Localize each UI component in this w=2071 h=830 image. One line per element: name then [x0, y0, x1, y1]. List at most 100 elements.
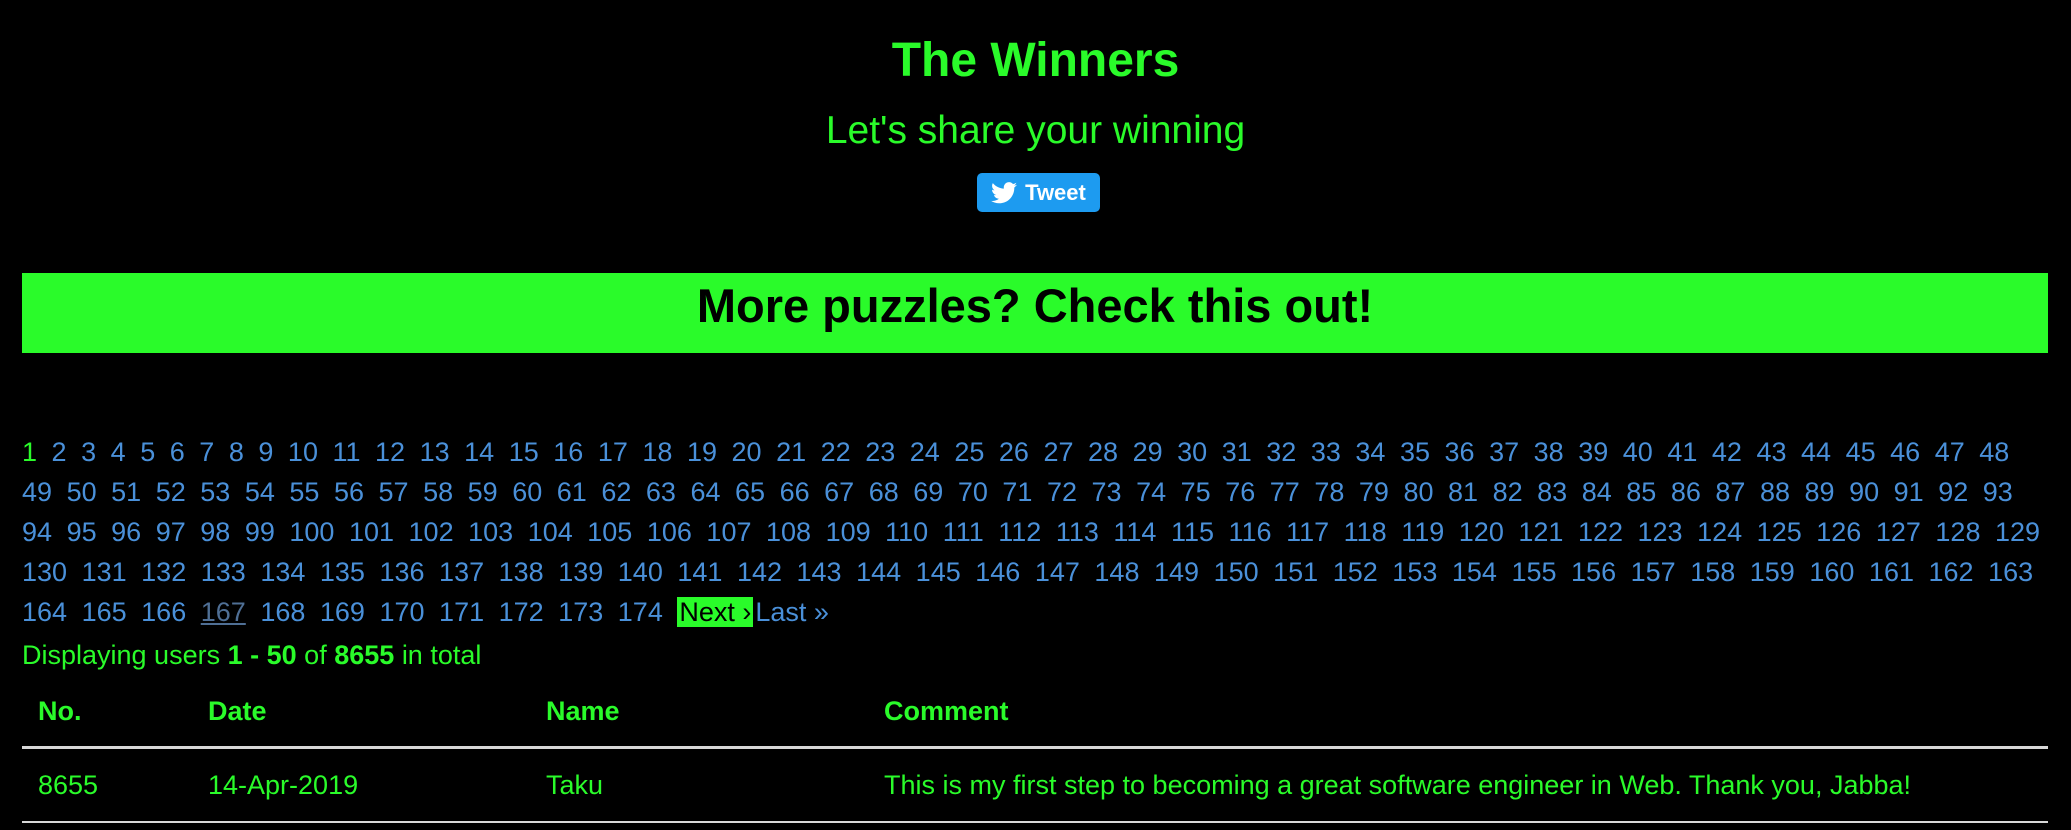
page-link-116[interactable]: 116	[1229, 517, 1272, 547]
page-link-162[interactable]: 162	[1929, 557, 1974, 587]
page-link-104[interactable]: 104	[528, 517, 573, 547]
page-link-4[interactable]: 4	[111, 437, 126, 467]
page-link-90[interactable]: 90	[1849, 477, 1879, 507]
page-link-19[interactable]: 19	[687, 437, 717, 467]
page-link-171[interactable]: 171	[439, 597, 484, 627]
page-link-45[interactable]: 45	[1846, 437, 1876, 467]
page-link-163[interactable]: 163	[1988, 557, 2033, 587]
page-link-79[interactable]: 79	[1359, 477, 1389, 507]
page-link-25[interactable]: 25	[954, 437, 984, 467]
page-link-122[interactable]: 122	[1578, 517, 1623, 547]
page-link-173[interactable]: 173	[558, 597, 603, 627]
page-link-165[interactable]: 165	[82, 597, 127, 627]
page-link-48[interactable]: 48	[1979, 437, 2009, 467]
page-link-72[interactable]: 72	[1047, 477, 1077, 507]
page-link-66[interactable]: 66	[780, 477, 810, 507]
page-link-41[interactable]: 41	[1667, 437, 1697, 467]
page-link-11[interactable]: 11	[332, 437, 360, 467]
page-link-44[interactable]: 44	[1801, 437, 1831, 467]
page-link-125[interactable]: 125	[1757, 517, 1802, 547]
page-link-69[interactable]: 69	[913, 477, 943, 507]
page-link-156[interactable]: 156	[1571, 557, 1616, 587]
page-link-105[interactable]: 105	[587, 517, 632, 547]
page-link-149[interactable]: 149	[1154, 557, 1199, 587]
page-link-169[interactable]: 169	[320, 597, 365, 627]
next-page-link[interactable]: Next ›	[677, 597, 754, 627]
page-link-121[interactable]: 121	[1518, 517, 1563, 547]
page-link-76[interactable]: 76	[1225, 477, 1255, 507]
page-link-112[interactable]: 112	[998, 517, 1041, 547]
page-link-53[interactable]: 53	[200, 477, 230, 507]
page-link-6[interactable]: 6	[170, 437, 185, 467]
page-link-128[interactable]: 128	[1935, 517, 1980, 547]
page-link-23[interactable]: 23	[865, 437, 895, 467]
page-link-147[interactable]: 147	[1035, 557, 1080, 587]
page-link-110[interactable]: 110	[885, 517, 928, 547]
page-link-160[interactable]: 160	[1809, 557, 1854, 587]
page-link-97[interactable]: 97	[156, 517, 186, 547]
page-link-174[interactable]: 174	[618, 597, 663, 627]
page-link-17[interactable]: 17	[598, 437, 628, 467]
page-link-8[interactable]: 8	[229, 437, 244, 467]
page-link-164[interactable]: 164	[22, 597, 67, 627]
page-link-2[interactable]: 2	[52, 437, 67, 467]
page-link-168[interactable]: 168	[260, 597, 305, 627]
page-link-108[interactable]: 108	[766, 517, 811, 547]
page-link-136[interactable]: 136	[379, 557, 424, 587]
page-link-27[interactable]: 27	[1043, 437, 1073, 467]
page-link-157[interactable]: 157	[1631, 557, 1676, 587]
page-link-49[interactable]: 49	[22, 477, 52, 507]
page-link-166[interactable]: 166	[141, 597, 186, 627]
page-link-106[interactable]: 106	[647, 517, 692, 547]
page-link-3[interactable]: 3	[81, 437, 96, 467]
page-link-170[interactable]: 170	[379, 597, 424, 627]
page-link-9[interactable]: 9	[258, 437, 273, 467]
page-link-139[interactable]: 139	[558, 557, 603, 587]
page-link-65[interactable]: 65	[735, 477, 765, 507]
page-link-51[interactable]: 51	[111, 477, 141, 507]
page-link-132[interactable]: 132	[141, 557, 186, 587]
page-link-138[interactable]: 138	[499, 557, 544, 587]
page-link-47[interactable]: 47	[1935, 437, 1965, 467]
page-link-64[interactable]: 64	[690, 477, 720, 507]
page-link-161[interactable]: 161	[1869, 557, 1914, 587]
page-link-29[interactable]: 29	[1133, 437, 1163, 467]
page-link-56[interactable]: 56	[334, 477, 364, 507]
page-link-159[interactable]: 159	[1750, 557, 1795, 587]
page-link-16[interactable]: 16	[553, 437, 583, 467]
page-link-87[interactable]: 87	[1715, 477, 1745, 507]
page-link-95[interactable]: 95	[67, 517, 97, 547]
page-link-46[interactable]: 46	[1890, 437, 1920, 467]
page-link-59[interactable]: 59	[468, 477, 498, 507]
page-link-140[interactable]: 140	[618, 557, 663, 587]
page-link-62[interactable]: 62	[601, 477, 631, 507]
page-link-1[interactable]: 1	[22, 437, 37, 467]
page-link-32[interactable]: 32	[1266, 437, 1296, 467]
page-link-71[interactable]: 71	[1002, 477, 1032, 507]
page-link-152[interactable]: 152	[1333, 557, 1378, 587]
page-link-126[interactable]: 126	[1816, 517, 1861, 547]
page-link-115[interactable]: 115	[1171, 517, 1214, 547]
page-link-42[interactable]: 42	[1712, 437, 1742, 467]
last-page-link[interactable]: Last »	[755, 597, 829, 627]
page-link-119[interactable]: 119	[1401, 517, 1444, 547]
page-link-150[interactable]: 150	[1214, 557, 1259, 587]
page-link-54[interactable]: 54	[245, 477, 275, 507]
page-link-130[interactable]: 130	[22, 557, 67, 587]
page-link-137[interactable]: 137	[439, 557, 484, 587]
page-link-88[interactable]: 88	[1760, 477, 1790, 507]
page-link-120[interactable]: 120	[1459, 517, 1504, 547]
page-link-60[interactable]: 60	[512, 477, 542, 507]
page-link-145[interactable]: 145	[916, 557, 961, 587]
page-link-133[interactable]: 133	[201, 557, 246, 587]
page-link-35[interactable]: 35	[1400, 437, 1430, 467]
page-link-37[interactable]: 37	[1489, 437, 1519, 467]
page-link-73[interactable]: 73	[1092, 477, 1122, 507]
page-link-113[interactable]: 113	[1056, 517, 1099, 547]
page-link-127[interactable]: 127	[1876, 517, 1921, 547]
page-link-153[interactable]: 153	[1392, 557, 1437, 587]
page-link-61[interactable]: 61	[557, 477, 587, 507]
page-link-117[interactable]: 117	[1286, 517, 1329, 547]
page-link-111[interactable]: 111	[943, 517, 984, 547]
page-link-89[interactable]: 89	[1805, 477, 1835, 507]
